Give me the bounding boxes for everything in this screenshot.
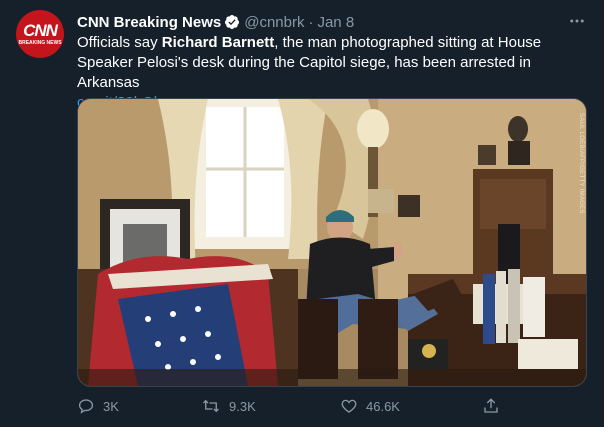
action-bar: 3K 9.3K 46.6K xyxy=(77,395,592,417)
retweet-count: 9.3K xyxy=(229,398,256,414)
tweet-text-start: Officials say xyxy=(77,34,162,51)
verified-icon xyxy=(224,14,240,30)
tweet-photo[interactable]: SAUL LOEB/AFP/GETTY IMAGES xyxy=(77,98,587,387)
tweet-header: CNN Breaking News @cnnbrk · Jan 8 xyxy=(77,12,588,32)
reply-count: 3K xyxy=(103,398,119,414)
share-icon xyxy=(484,398,498,413)
like-icon xyxy=(341,399,357,413)
timestamp[interactable]: Jan 8 xyxy=(317,14,354,31)
like-button[interactable]: 46.6K xyxy=(340,397,400,415)
photo-credit: SAUL LOEB/AFP/GETTY IMAGES xyxy=(578,113,584,214)
reply-button[interactable]: 3K xyxy=(77,397,119,415)
more-icon[interactable] xyxy=(568,12,586,34)
retweet-icon xyxy=(203,399,219,413)
avatar[interactable]: CNN BREAKING NEWS xyxy=(16,10,64,58)
retweet-button[interactable]: 9.3K xyxy=(201,397,256,415)
separator-dot: · xyxy=(308,13,314,31)
reply-icon xyxy=(78,399,94,414)
tweet-text-bold: Richard Barnett xyxy=(161,34,275,51)
share-button[interactable] xyxy=(482,397,508,415)
handle[interactable]: @cnnbrk xyxy=(244,14,304,31)
display-name[interactable]: CNN Breaking News xyxy=(77,14,221,31)
like-count: 46.6K xyxy=(366,398,400,414)
avatar-sub: BREAKING NEWS xyxy=(18,39,62,46)
tweet[interactable]: CNN BREAKING NEWS CNN Breaking News @cnn… xyxy=(0,0,604,427)
avatar-logo: CNN xyxy=(23,20,58,40)
office-photo xyxy=(78,99,586,386)
